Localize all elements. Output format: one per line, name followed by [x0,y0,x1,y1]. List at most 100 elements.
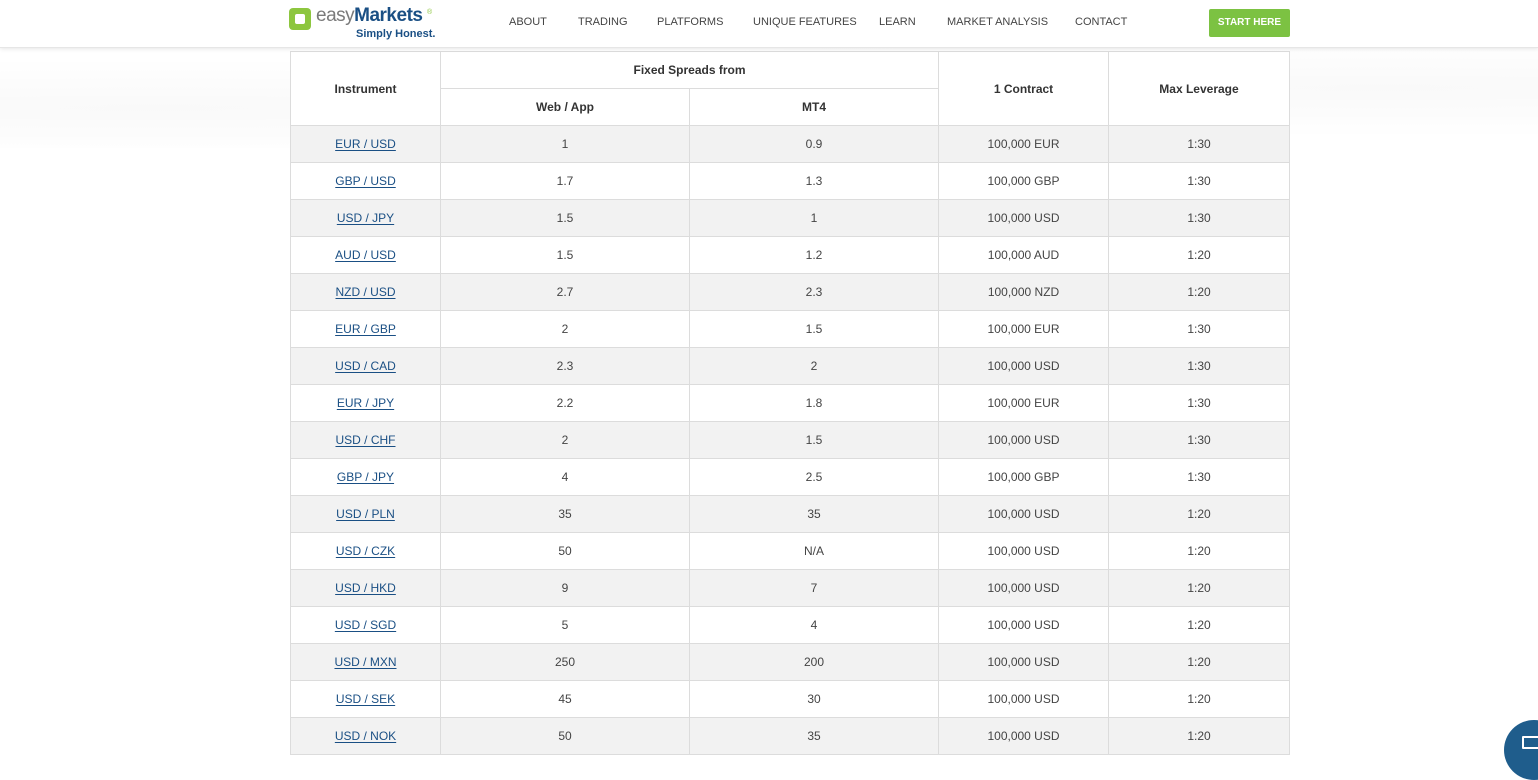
contract-cell: 100,000 AUD [938,236,1109,274]
instrument-link[interactable]: USD / SGD [335,618,396,632]
web-app-spread-cell: 2.3 [440,347,690,385]
instrument-link[interactable]: EUR / GBP [335,322,396,336]
header-instrument: Instrument [290,51,441,126]
instrument-link[interactable]: USD / SEK [336,692,395,706]
contract-cell: 100,000 USD [938,606,1109,644]
chat-button[interactable] [1504,720,1538,780]
web-app-spread-cell: 1.5 [440,199,690,237]
spreads-table: Instrument Fixed Spreads from 1 Contract… [290,51,1290,755]
instrument-link[interactable]: GBP / USD [335,174,395,188]
web-app-spread-cell: 2.7 [440,273,690,311]
nav-trading[interactable]: TRADING [578,16,628,28]
table-row: USD / CZK 50 N/A 100,000 USD 1:20 [290,532,1290,570]
mt4-spread-cell: 0.9 [689,125,939,163]
contract-cell: 100,000 GBP [938,162,1109,200]
table-row: AUD / USD 1.5 1.2 100,000 AUD 1:20 [290,236,1290,274]
contract-cell: 100,000 USD [938,532,1109,570]
easymarkets-logo[interactable]: easyMarkets ® Simply Honest. [289,5,439,41]
logo-wordmark: easyMarkets [316,5,423,26]
mt4-spread-cell: 2.3 [689,273,939,311]
leverage-cell: 1:30 [1108,199,1290,237]
logo-trademark: ® [427,9,433,16]
leverage-cell: 1:30 [1108,384,1290,422]
leverage-cell: 1:30 [1108,421,1290,459]
mt4-spread-cell: 4 [689,606,939,644]
table-row: USD / CHF 2 1.5 100,000 USD 1:30 [290,421,1290,459]
instrument-cell: GBP / JPY [290,458,441,496]
table-row: USD / SEK 45 30 100,000 USD 1:20 [290,680,1290,718]
instrument-cell: USD / SGD [290,606,441,644]
header-contract: 1 Contract [938,51,1109,126]
mt4-spread-cell: 1 [689,199,939,237]
contract-cell: 100,000 NZD [938,273,1109,311]
instrument-cell: AUD / USD [290,236,441,274]
mt4-spread-cell: 1.2 [689,236,939,274]
instrument-link[interactable]: USD / CZK [336,544,395,558]
start-here-button[interactable]: START HERE [1209,9,1290,37]
instrument-link[interactable]: EUR / USD [335,137,396,151]
instrument-cell: USD / PLN [290,495,441,533]
nav-contact[interactable]: CONTACT [1075,16,1127,28]
instrument-link[interactable]: USD / PLN [336,507,395,521]
web-app-spread-cell: 5 [440,606,690,644]
logo-tagline: Simply Honest. [356,28,436,40]
instrument-link[interactable]: USD / CAD [335,359,396,373]
contract-cell: 100,000 USD [938,569,1109,607]
mt4-spread-cell: 7 [689,569,939,607]
leverage-cell: 1:30 [1108,162,1290,200]
leverage-cell: 1:20 [1108,495,1290,533]
nav-about[interactable]: ABOUT [509,16,547,28]
table-row: USD / NOK 50 35 100,000 USD 1:20 [290,717,1290,755]
instrument-link[interactable]: USD / MXN [334,655,396,669]
contract-cell: 100,000 GBP [938,458,1109,496]
web-app-spread-cell: 2 [440,310,690,348]
instrument-link[interactable]: EUR / JPY [337,396,394,410]
instrument-cell: EUR / USD [290,125,441,163]
instrument-link[interactable]: NZD / USD [336,285,396,299]
web-app-spread-cell: 1.5 [440,236,690,274]
mt4-spread-cell: 35 [689,717,939,755]
contract-cell: 100,000 USD [938,643,1109,681]
leverage-cell: 1:20 [1108,569,1290,607]
instrument-link[interactable]: GBP / JPY [337,470,394,484]
leverage-cell: 1:20 [1108,680,1290,718]
contract-cell: 100,000 EUR [938,310,1109,348]
contract-cell: 100,000 EUR [938,384,1109,422]
contract-cell: 100,000 EUR [938,125,1109,163]
nav-unique-features[interactable]: UNIQUE FEATURES [753,16,857,28]
instrument-link[interactable]: AUD / USD [335,248,396,262]
table-row: EUR / GBP 2 1.5 100,000 EUR 1:30 [290,310,1290,348]
mt4-spread-cell: 200 [689,643,939,681]
web-app-spread-cell: 9 [440,569,690,607]
mt4-spread-cell: 1.5 [689,310,939,348]
instrument-link[interactable]: USD / HKD [335,581,396,595]
site-header: easyMarkets ® Simply Honest. ABOUT TRADI… [0,0,1538,48]
mt4-spread-cell: 2 [689,347,939,385]
leverage-cell: 1:20 [1108,236,1290,274]
web-app-spread-cell: 50 [440,532,690,570]
instrument-cell: USD / NOK [290,717,441,755]
instrument-cell: USD / CHF [290,421,441,459]
instrument-link[interactable]: USD / JPY [337,211,394,225]
instrument-cell: USD / JPY [290,199,441,237]
nav-learn[interactable]: LEARN [879,16,916,28]
instrument-cell: USD / CAD [290,347,441,385]
web-app-spread-cell: 1 [440,125,690,163]
web-app-spread-cell: 250 [440,643,690,681]
web-app-spread-cell: 2 [440,421,690,459]
leverage-cell: 1:20 [1108,643,1290,681]
web-app-spread-cell: 35 [440,495,690,533]
mt4-spread-cell: 2.5 [689,458,939,496]
header-max-leverage: Max Leverage [1108,51,1290,126]
contract-cell: 100,000 USD [938,495,1109,533]
nav-market-analysis[interactable]: MARKET ANALYSIS [947,16,1048,28]
instrument-cell: EUR / JPY [290,384,441,422]
instrument-link[interactable]: USD / CHF [336,433,396,447]
leverage-cell: 1:20 [1108,273,1290,311]
instrument-link[interactable]: USD / NOK [335,729,396,743]
mt4-spread-cell: 30 [689,680,939,718]
spreads-table-container: Instrument Fixed Spreads from 1 Contract… [290,51,1290,755]
table-body: EUR / USD 1 0.9 100,000 EUR 1:30 GBP / USD 1.7… [290,125,1290,755]
nav-platforms[interactable]: PLATFORMS [657,16,723,28]
web-app-spread-cell: 45 [440,680,690,718]
